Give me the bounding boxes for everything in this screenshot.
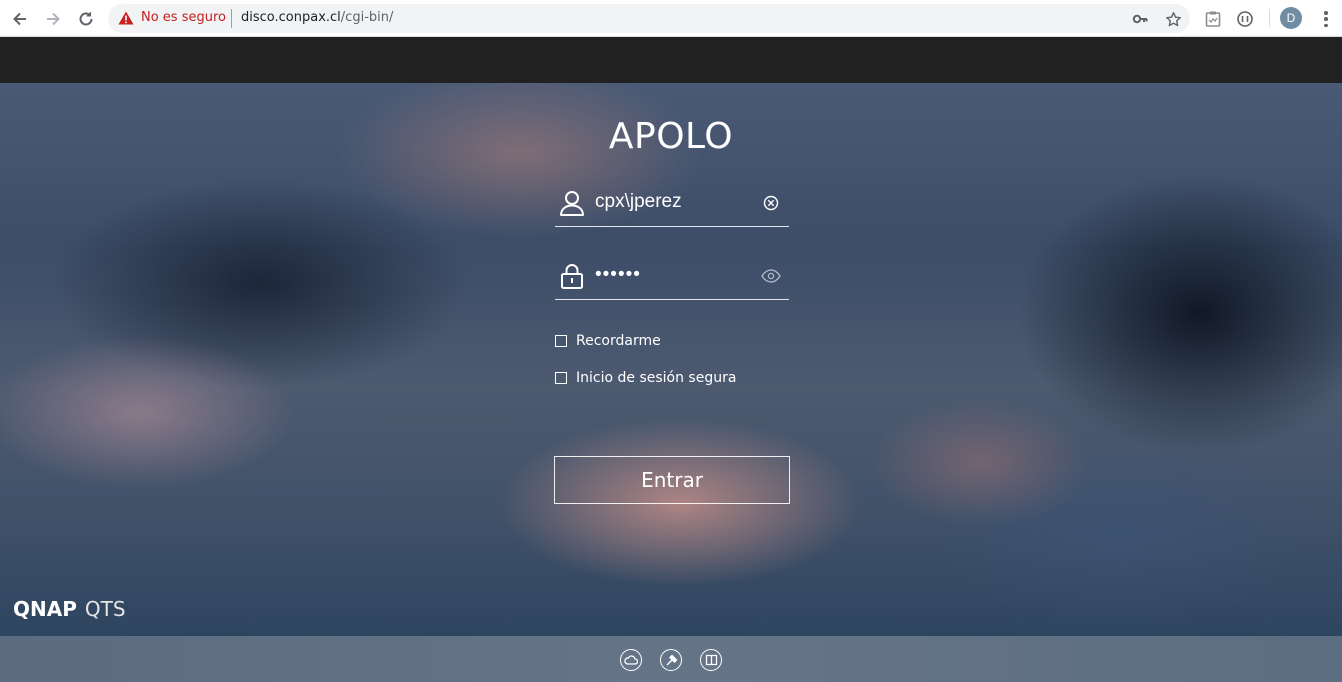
profile-avatar[interactable]: D bbox=[1280, 7, 1302, 29]
help-link-button[interactable] bbox=[700, 649, 722, 671]
remember-me-box[interactable] bbox=[555, 335, 567, 347]
clear-username-button[interactable] bbox=[761, 193, 781, 213]
browser-menu-button[interactable] bbox=[1318, 9, 1334, 29]
extension-icon bbox=[1237, 11, 1253, 27]
eye-icon bbox=[761, 269, 781, 283]
qnap-qts-logo: QNAP QTS bbox=[13, 597, 126, 621]
username-input[interactable] bbox=[595, 189, 755, 215]
password-field bbox=[555, 254, 789, 300]
arrow-left-icon bbox=[13, 12, 26, 26]
cloud-icon bbox=[624, 655, 638, 665]
login-button[interactable]: Entrar bbox=[554, 456, 790, 504]
book-icon bbox=[705, 654, 717, 666]
reload-icon bbox=[79, 12, 93, 26]
login-background: APOLO Recordarme Inicio de sesión segura… bbox=[0, 83, 1342, 636]
password-key-button[interactable] bbox=[1130, 9, 1150, 29]
hammer-icon bbox=[666, 654, 677, 665]
tools-link-button[interactable] bbox=[660, 649, 682, 671]
bookmark-star-button[interactable] bbox=[1163, 9, 1183, 29]
browser-toolbar: No es seguro disco.conpax.cl/cgi-bin/ D bbox=[0, 0, 1342, 37]
url-text[interactable]: disco.conpax.cl/cgi-bin/ bbox=[241, 10, 393, 25]
password-input[interactable] bbox=[595, 262, 755, 288]
footer-bar bbox=[0, 636, 1342, 682]
url-path: /cgi-bin/ bbox=[340, 10, 394, 25]
warning-icon bbox=[118, 11, 134, 25]
remember-me-checkbox[interactable]: Recordarme bbox=[555, 331, 661, 351]
remember-me-label: Recordarme bbox=[576, 333, 661, 349]
extension-circle-button[interactable] bbox=[1234, 8, 1256, 30]
secure-login-box[interactable] bbox=[555, 372, 567, 384]
url-host: disco.conpax.cl bbox=[241, 10, 341, 25]
server-name-title: APOLO bbox=[608, 116, 734, 157]
address-bar[interactable]: No es seguro disco.conpax.cl/cgi-bin/ bbox=[108, 4, 1190, 33]
arrow-right-icon bbox=[47, 12, 60, 26]
show-password-button[interactable] bbox=[761, 266, 781, 286]
brand-product: QTS bbox=[84, 597, 126, 621]
secure-login-checkbox[interactable]: Inicio de sesión segura bbox=[555, 368, 736, 388]
forward-button[interactable] bbox=[40, 6, 66, 32]
lock-icon bbox=[561, 264, 583, 289]
back-button[interactable] bbox=[7, 6, 33, 32]
toolbar-divider bbox=[1269, 9, 1270, 27]
reload-button[interactable] bbox=[73, 6, 99, 32]
username-field bbox=[555, 181, 789, 227]
top-dark-bar bbox=[0, 37, 1342, 83]
brand-name: QNAP bbox=[13, 597, 77, 621]
omnibox-divider bbox=[231, 9, 232, 28]
clear-circle-icon bbox=[763, 195, 779, 211]
cloud-link-button[interactable] bbox=[620, 649, 642, 671]
security-status[interactable]: No es seguro bbox=[141, 10, 226, 25]
secure-login-label: Inicio de sesión segura bbox=[576, 370, 737, 386]
user-icon bbox=[560, 191, 584, 216]
key-icon bbox=[1132, 14, 1148, 24]
extension-clipboard-button[interactable] bbox=[1202, 8, 1224, 30]
clipboard-icon bbox=[1205, 11, 1221, 27]
star-icon bbox=[1165, 11, 1181, 26]
